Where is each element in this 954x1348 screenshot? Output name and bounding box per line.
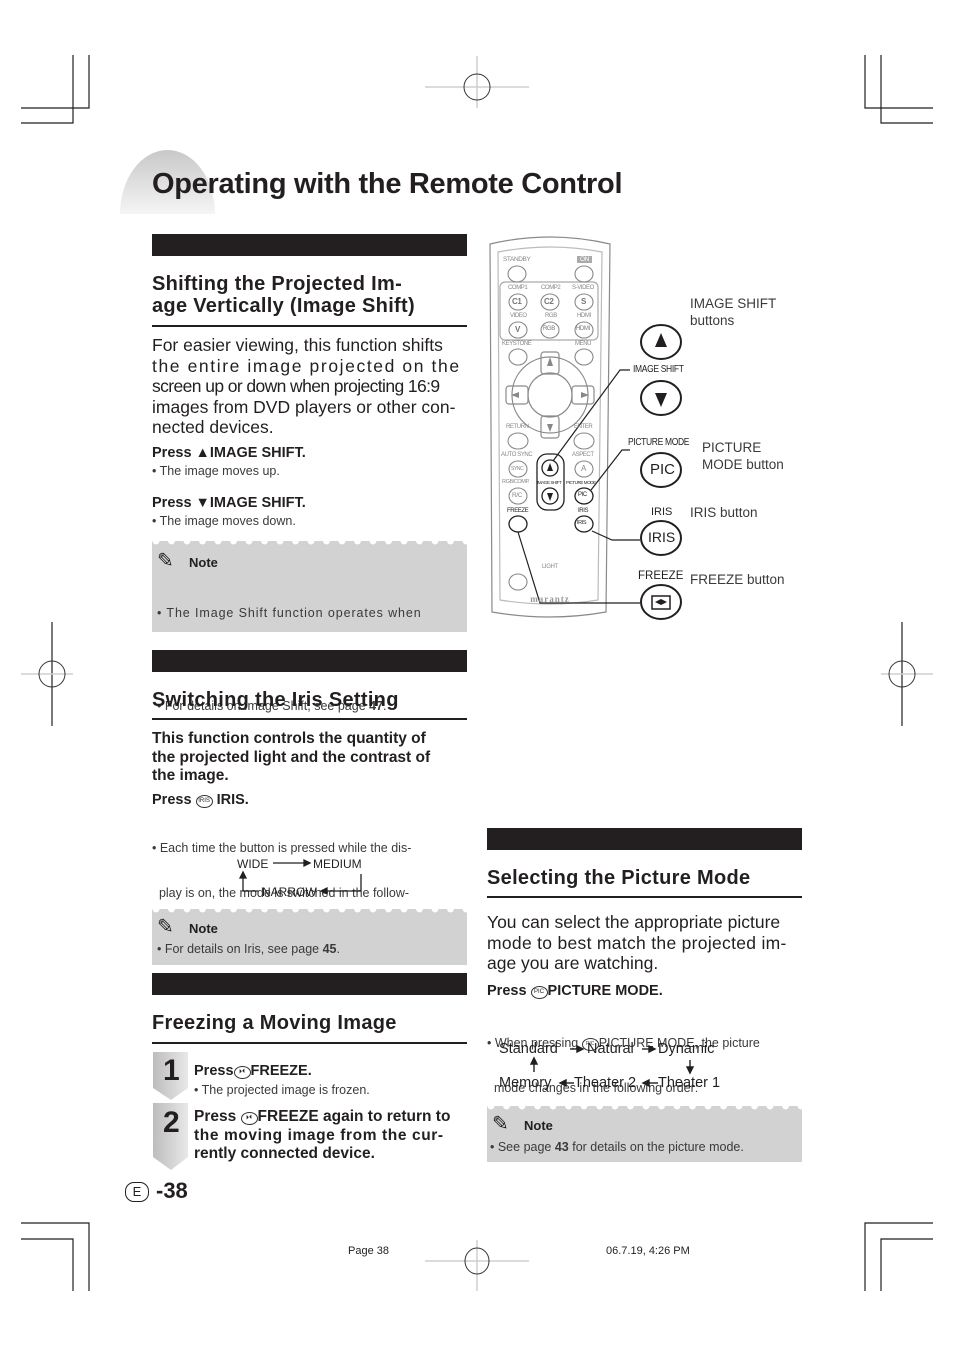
mode-natural: Natural (587, 1041, 634, 1057)
label-svideo: S-VIDEO (572, 285, 594, 291)
callout-label-freeze: FREEZE (638, 570, 684, 582)
picture-mode-note: ✎ Note • See page 43 for details on the … (487, 1102, 802, 1162)
btn-hdmi: HDMI (576, 326, 590, 332)
callout-desc-line: MODE button (702, 457, 784, 472)
press-picture-mode: Press PIC PICTURE MODE. (487, 983, 663, 999)
dpad-center (527, 372, 573, 418)
note-text: • See page 43 for details on the picture… (490, 1140, 744, 1156)
label-enter: ENTER (574, 424, 593, 430)
note-text-prefix: • See page (490, 1140, 555, 1154)
light-button (508, 573, 528, 591)
label-image-shift: IMAGE SHIFT (537, 480, 562, 485)
note-text-suffix: for details on the picture mode. (568, 1140, 744, 1154)
callout-pic-text: PIC (650, 461, 676, 478)
mode-memory: Memory (499, 1075, 552, 1091)
brand-logo: marantz (530, 594, 570, 604)
picture-mode-intro: You can select the appropriate picture m… (487, 912, 807, 974)
keystone-button (508, 348, 528, 366)
menu-button (574, 348, 594, 366)
btn-c1: C1 (512, 297, 522, 306)
label-iris: IRIS (578, 508, 589, 514)
on-button (574, 265, 594, 283)
note-label: Note (524, 1118, 553, 1133)
pic-button-icon: PIC (530, 986, 548, 999)
btn-s: S (581, 297, 586, 306)
btn-pic: PIC (578, 492, 587, 498)
freeze-button (508, 515, 528, 533)
btn-sync: SYNC (511, 466, 524, 472)
callout-iris-text: IRIS (648, 529, 676, 545)
label-on: ON (577, 256, 592, 263)
callout-label-iris: IRIS (651, 506, 673, 518)
mode-dynamic: Dynamic (658, 1041, 715, 1057)
dpad-ring (511, 356, 589, 434)
page-reference: 43 (554, 1140, 569, 1154)
callout-desc-iris: IRIS button (690, 505, 758, 520)
enter-button (573, 432, 595, 450)
image-shift-leader (552, 369, 630, 462)
label-freeze: FREEZE (507, 508, 529, 514)
return-button (507, 432, 529, 450)
label-hdmi: HDMI (577, 313, 591, 319)
callout-desc-freeze: FREEZE button (690, 572, 785, 587)
remote-illustration: marantz (489, 236, 682, 620)
picture-mode-description: • When pressing PIC PICTURE MODE, the pic… (487, 1006, 760, 1111)
label-rgb-comp: RGB/COMP. (502, 479, 530, 485)
label-picture-mode: PICTURE MODE (566, 480, 596, 485)
label-rgb: RGB (545, 313, 557, 319)
callout-desc-image-shift: IMAGE SHIFT buttons (690, 295, 776, 329)
intro-line: You can select the appropriate picture (487, 912, 781, 932)
callout-label-picture-mode: PICTURE MODE (628, 437, 690, 448)
section-bar (487, 828, 802, 850)
btn-iris: IRIS (577, 520, 587, 526)
label-keystone: KEYSTONE (502, 341, 532, 347)
note-perforation (487, 1102, 802, 1110)
callout-desc-line: buttons (690, 313, 735, 328)
heading-rule (487, 896, 802, 898)
freeze-leader (517, 531, 640, 604)
label-standby: STANDBY (503, 256, 531, 263)
callout-desc-line: IMAGE SHIFT (690, 296, 777, 311)
btn-v: V (515, 325, 520, 334)
callout-desc-picture-mode: PICTURE MODE button (702, 439, 784, 473)
intro-line: mode to best match the projected im- (487, 932, 787, 953)
label-return: RETURN (506, 424, 529, 430)
label-menu: MENU (575, 341, 592, 347)
intro-line: age you are watching. (487, 953, 659, 973)
press-label: PICTURE MODE. (547, 983, 663, 999)
callout-desc-line: PICTURE (702, 440, 762, 455)
btn-rgb: RGB (543, 326, 555, 332)
standby-button (507, 265, 527, 283)
mode-theater-2: Theater 2 (574, 1075, 637, 1091)
btn-a: A (581, 464, 586, 473)
label-light: LIGHT (542, 564, 558, 570)
label-comp1: COMP1 (508, 285, 528, 291)
callout-label-image-shift: IMAGE SHIFT (633, 364, 684, 375)
picture-mode-heading: Selecting the Picture Mode (487, 867, 751, 889)
label-auto-sync: AUTO SYNC (501, 452, 533, 458)
btn-c2: C2 (544, 297, 554, 306)
label-video: VIDEO (510, 313, 527, 319)
label-aspect: ASPECT (572, 452, 594, 458)
btn-rc: R/C (512, 492, 522, 499)
mode-theater-1: Theater 1 (658, 1075, 721, 1091)
pencil-icon: ✎ (492, 1113, 509, 1135)
pic-leader (590, 449, 630, 491)
mode-standard: Standard (499, 1041, 558, 1057)
label-comp2: COMP2 (541, 285, 561, 291)
press-prefix: Press (487, 983, 527, 999)
